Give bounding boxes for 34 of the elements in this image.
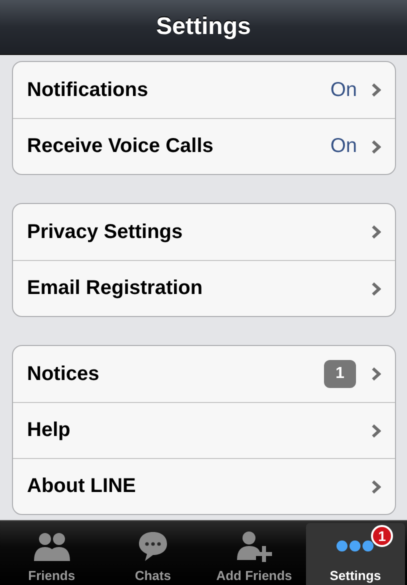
row-label: Privacy Settings: [27, 220, 184, 244]
row-label: Notices: [27, 362, 100, 386]
settings-row[interactable]: Receive Voice Calls On: [13, 118, 395, 174]
chevron-icon: [371, 140, 381, 154]
chevron-icon: [371, 367, 381, 381]
chevron-icon: [371, 480, 381, 494]
row-label: Receive Voice Calls: [27, 135, 214, 158]
settings-row[interactable]: About LINE: [13, 458, 395, 514]
tab[interactable]: Friends: [2, 523, 102, 585]
row-label: Email Registration: [27, 277, 204, 300]
tab[interactable]: Add Friends: [204, 523, 304, 585]
people-icon: [32, 531, 71, 561]
notification-badge: 1: [371, 525, 393, 547]
chevron-icon: [371, 83, 381, 97]
settings-row[interactable]: Email Registration: [13, 260, 395, 316]
chat-bubble-icon: [136, 530, 169, 562]
row-label: Notifications: [27, 78, 150, 102]
tab[interactable]: Chats: [103, 523, 202, 585]
count-badge: 1: [324, 360, 356, 388]
dots-icon: [335, 540, 376, 552]
row-label: About LINE: [27, 475, 137, 498]
settings-row[interactable]: Notices 1: [13, 346, 395, 402]
row-label: Help: [27, 419, 72, 442]
row-value: On: [330, 135, 357, 158]
chevron-icon: [371, 225, 381, 239]
screen-title: Settings: [156, 13, 251, 41]
tab[interactable]: Settings 1: [306, 523, 405, 585]
settings-row[interactable]: Privacy Settings: [13, 204, 395, 260]
settings-row[interactable]: Notifications On: [13, 62, 395, 118]
row-value: On: [330, 78, 357, 102]
chevron-icon: [371, 424, 381, 438]
settings-row[interactable]: Help: [13, 402, 395, 458]
chevron-icon: [371, 282, 381, 296]
add-person-icon: [236, 530, 272, 562]
